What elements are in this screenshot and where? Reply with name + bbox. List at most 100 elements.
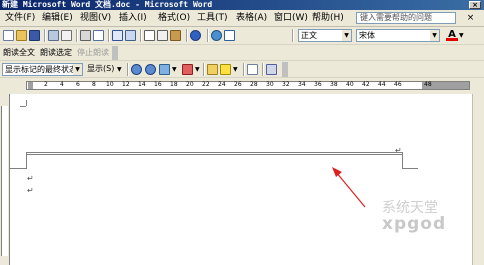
reviewing-toolbar: 显示标记的最终状态 ▼ 显示(S) ▼ ▼ ▼ ▼ [0, 61, 484, 78]
next-change-icon[interactable] [145, 64, 156, 75]
reviewing-pane-icon[interactable] [266, 64, 277, 75]
ruler-number: 32 [282, 81, 290, 88]
read-all-button[interactable]: 朗读全文 [3, 47, 35, 59]
markup-mode-value: 显示标记的最终状态 [5, 65, 77, 74]
chevron-down-icon[interactable]: ▼ [195, 64, 202, 75]
ruler-track: 2 4 6 8 10 12 14 16 18 20 22 24 26 28 30… [26, 81, 470, 90]
permission-icon[interactable] [48, 30, 59, 41]
chevron-down-icon: ▼ [342, 30, 351, 41]
chevron-down-icon[interactable]: ▼ [233, 64, 240, 75]
ruler-number: 40 [346, 81, 354, 88]
ruler-number: 22 [202, 81, 210, 88]
chevron-down-icon: ▼ [73, 64, 82, 75]
ruler-number: 42 [362, 81, 370, 88]
menu-bar: 文件(F) 编辑(E) 视图(V) 插入(I) 格式(O) 工具(T) 表格(A… [0, 10, 484, 27]
undo-icon[interactable] [190, 30, 201, 41]
paragraph-mark: ↵ [27, 174, 34, 183]
vertical-ruler[interactable] [0, 94, 9, 265]
spelling-icon[interactable] [112, 30, 123, 41]
header-border-top [26, 152, 402, 153]
font-color-icon[interactable]: A [446, 29, 458, 41]
ruler-number: 2 [44, 81, 48, 88]
stop-reading-button[interactable]: 停止朗读 [77, 47, 109, 59]
ruler-number: 30 [266, 81, 274, 88]
menu-table[interactable]: 表格(A) [236, 12, 267, 25]
new-comment-icon[interactable] [207, 64, 218, 75]
ruler-number: 46 [394, 81, 402, 88]
paragraph-mark: ↵ [27, 186, 34, 195]
ruler-number: 16 [154, 81, 162, 88]
research-icon[interactable] [125, 30, 136, 41]
document-close-button[interactable]: × [464, 12, 477, 24]
open-folder-icon[interactable] [16, 30, 27, 41]
header-right-tick [402, 168, 418, 169]
menu-view[interactable]: 视图(V) [80, 12, 111, 25]
window-close-button[interactable]: × [469, 1, 481, 9]
ruler-number: 24 [218, 81, 226, 88]
horizontal-ruler[interactable]: 2 4 6 8 10 12 14 16 18 20 22 24 26 28 30… [0, 78, 484, 94]
email-icon[interactable] [61, 30, 72, 41]
font-value: 宋体 [359, 31, 375, 40]
highlight-icon[interactable] [220, 64, 231, 75]
standard-toolbar: 正文 ▼ 宋体 ▼ A ▼ [0, 27, 484, 45]
ruler-number: 6 [76, 81, 80, 88]
window-title: 新建 Microsoft Word 文档.doc - Microsoft Wor… [2, 0, 213, 9]
ruler-left-margin [28, 82, 33, 89]
accept-change-icon[interactable] [159, 64, 170, 75]
print-preview-icon[interactable] [93, 30, 104, 41]
menu-format[interactable]: 格式(O) [158, 12, 190, 25]
track-changes-icon[interactable] [247, 64, 258, 75]
header-left-tick [10, 168, 27, 169]
new-document-icon[interactable] [3, 30, 14, 41]
header-right-edge [402, 152, 403, 168]
style-value: 正文 [301, 31, 317, 40]
print-icon[interactable] [80, 30, 91, 41]
save-icon[interactable] [29, 30, 40, 41]
speech-toolbar: 朗读全文 朗读选定 停止朗读 [0, 45, 484, 61]
show-menu-button[interactable]: 显示(S) [87, 63, 114, 75]
vertical-scrollbar[interactable] [472, 94, 484, 265]
chevron-down-icon[interactable]: ▼ [172, 64, 179, 75]
ruler-number: 36 [314, 81, 322, 88]
ruler-number: 14 [138, 81, 146, 88]
ruler-number: 38 [330, 81, 338, 88]
chevron-down-icon[interactable]: ▼ [117, 64, 124, 75]
watermark-logo: xpgod [382, 214, 447, 234]
header-left-edge [26, 152, 27, 168]
font-select[interactable]: 宋体 ▼ [356, 29, 440, 42]
menu-tools[interactable]: 工具(T) [197, 12, 228, 25]
paste-icon[interactable] [170, 30, 181, 41]
ruler-number: 48 [424, 81, 432, 88]
toolbar-overflow-icon[interactable] [282, 62, 288, 77]
menu-window[interactable]: 窗口(W) [274, 12, 308, 25]
help-search-input[interactable]: 键入需要帮助的问题 [356, 12, 456, 24]
header-border-bottom [26, 154, 402, 155]
tables-borders-icon[interactable] [224, 30, 235, 41]
style-select[interactable]: 正文 ▼ [298, 29, 352, 42]
ruler-number: 44 [378, 81, 386, 88]
menu-help[interactable]: 帮助(H) [312, 12, 344, 25]
ruler-number: 12 [122, 81, 130, 88]
markup-mode-select[interactable]: 显示标记的最终状态 ▼ [2, 63, 83, 76]
ruler-number: 20 [186, 81, 194, 88]
read-selection-button[interactable]: 朗读选定 [40, 47, 72, 59]
ruler-number: 8 [92, 81, 96, 88]
cut-icon[interactable] [144, 30, 155, 41]
reject-change-icon[interactable] [182, 64, 193, 75]
copy-icon[interactable] [157, 30, 168, 41]
menu-edit[interactable]: 编辑(E) [42, 12, 73, 25]
ruler-number: 10 [106, 81, 114, 88]
ruler-number: 34 [298, 81, 306, 88]
arrow-head [332, 167, 342, 177]
crop-mark [20, 106, 26, 107]
header-paragraph-mark: ↵ [395, 146, 402, 155]
previous-change-icon[interactable] [131, 64, 142, 75]
annotation-arrow [332, 167, 366, 208]
menu-insert[interactable]: 插入(I) [119, 12, 147, 25]
arrow-shaft [335, 171, 366, 208]
document-page[interactable] [10, 94, 472, 265]
menu-file[interactable]: 文件(F) [5, 12, 35, 25]
toolbar-overflow-icon[interactable] [112, 46, 118, 60]
chevron-down-icon[interactable]: ▼ [459, 30, 467, 41]
hyperlink-icon[interactable] [211, 30, 222, 41]
